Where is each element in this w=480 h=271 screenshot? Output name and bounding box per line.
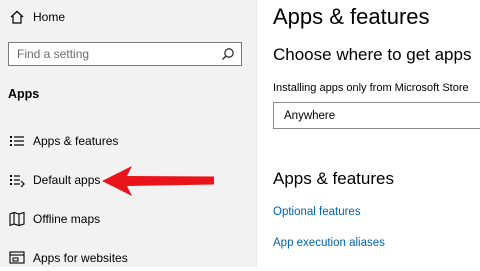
sidebar-item-apps-for-websites[interactable]: Apps for websites bbox=[0, 245, 128, 271]
offline-maps-icon bbox=[4, 206, 30, 232]
app-execution-aliases-link[interactable]: App execution aliases bbox=[273, 237, 385, 249]
sidebar-item-offline-maps[interactable]: Offline maps bbox=[0, 206, 100, 232]
source-heading: Choose where to get apps bbox=[273, 45, 472, 64]
home-nav-item[interactable]: Home bbox=[0, 4, 65, 30]
home-icon bbox=[4, 4, 30, 30]
sidebar-item-label: Offline maps bbox=[33, 212, 101, 226]
sidebar-item-label: Apps for websites bbox=[33, 251, 128, 265]
sidebar-item-default-apps[interactable]: Default apps bbox=[0, 167, 100, 193]
home-label: Home bbox=[33, 10, 66, 24]
search-placeholder: Find a setting bbox=[17, 47, 90, 61]
sidebar-item-label: Apps & features bbox=[33, 134, 119, 148]
main-panel: Apps & features Choose where to get apps… bbox=[257, 0, 480, 267]
apps-features-heading: Apps & features bbox=[273, 169, 394, 188]
app-source-selected: Anywhere bbox=[284, 109, 336, 122]
app-source-dropdown[interactable]: Anywhere bbox=[273, 102, 480, 129]
red-arrow-annotation bbox=[102, 166, 214, 196]
default-apps-icon bbox=[4, 167, 30, 193]
page-title: Apps & features bbox=[273, 4, 430, 29]
search-input[interactable]: Find a setting bbox=[8, 42, 242, 66]
search-icon[interactable] bbox=[219, 45, 237, 63]
apps-for-websites-icon bbox=[4, 245, 30, 271]
sidebar-item-apps-features[interactable]: Apps & features bbox=[0, 128, 118, 154]
optional-features-link[interactable]: Optional features bbox=[273, 206, 361, 218]
apps-features-icon bbox=[4, 128, 30, 154]
source-description: Installing apps only from Microsoft Stor… bbox=[273, 82, 469, 94]
sidebar-item-label: Default apps bbox=[33, 173, 101, 187]
sidebar: Home Find a setting Apps Apps & features bbox=[0, 0, 257, 267]
section-title-apps: Apps bbox=[8, 87, 40, 101]
